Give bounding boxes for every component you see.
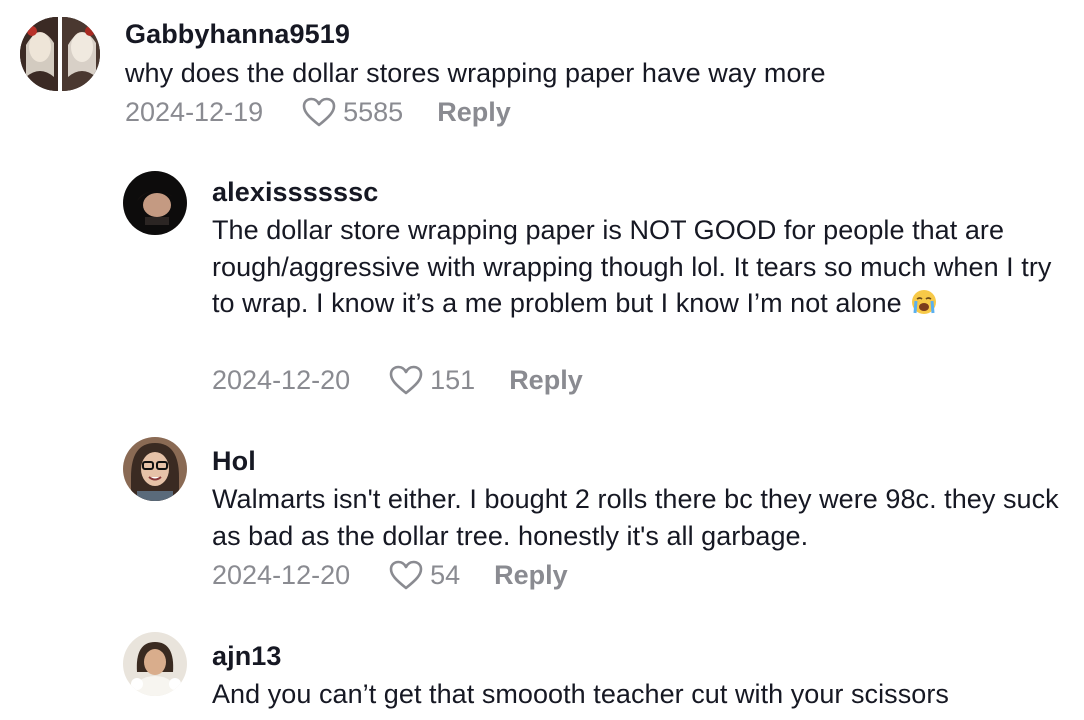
comment-meta: 2024-12-19 5585 Reply (125, 96, 511, 128)
comment-username[interactable]: Gabbyhanna9519 (125, 19, 350, 50)
avatar[interactable] (123, 437, 187, 501)
comment-text: why does the dollar stores wrapping pape… (125, 58, 826, 88)
heart-outline-icon (389, 365, 423, 395)
comment-meta: 2024-12-20 54 Reply (212, 559, 568, 591)
comment-text: The dollar store wrapping paper is NOT G… (212, 212, 1072, 322)
avatar[interactable] (123, 632, 187, 696)
comment-username[interactable]: alexissssssc (212, 177, 378, 208)
reply-button[interactable]: Reply (494, 560, 568, 591)
reply-button[interactable]: Reply (437, 97, 511, 128)
user-avatar-photo-icon (123, 437, 187, 501)
like-count: 151 (430, 364, 476, 395)
heart-outline-icon (302, 97, 336, 127)
user-avatar-photo-icon (20, 17, 100, 91)
avatar[interactable] (20, 17, 100, 91)
comment-meta: 2024-12-20 151 Reply (212, 364, 583, 396)
loudly-crying-face-emoji-icon (912, 290, 937, 314)
comment-date: 2024-12-20 (212, 559, 351, 590)
user-avatar-photo-icon (123, 171, 187, 235)
comment-username[interactable]: Hol (212, 446, 256, 477)
comment-date: 2024-12-19 (125, 96, 264, 127)
comment-text: And you can’t get that smoooth teacher c… (212, 679, 949, 709)
like-button[interactable]: 5585 (301, 96, 403, 128)
comment-username[interactable]: ajn13 (212, 641, 282, 672)
comment-date: 2024-12-20 (212, 364, 351, 395)
like-count: 54 (430, 559, 461, 590)
user-avatar-photo-icon (123, 632, 187, 696)
like-button[interactable]: 151 (388, 364, 475, 396)
like-count: 5585 (343, 96, 404, 127)
heart-outline-icon (389, 560, 423, 590)
reply-button[interactable]: Reply (509, 365, 583, 396)
like-button[interactable]: 54 (388, 559, 460, 591)
avatar[interactable] (123, 171, 187, 235)
comment-text: Walmarts isn't either. I bought 2 rolls … (212, 484, 1067, 551)
